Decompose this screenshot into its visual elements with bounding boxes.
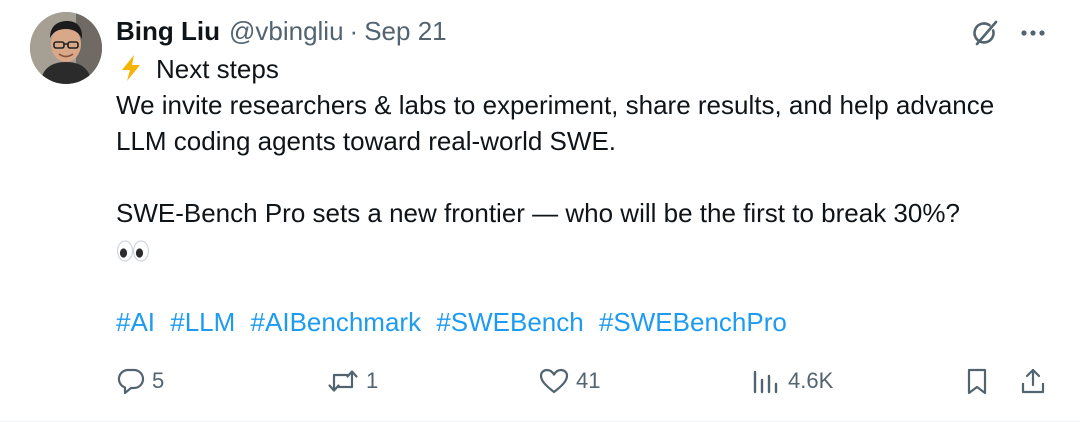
reply-icon	[117, 368, 145, 395]
tweet-text: Next steps We invite researchers & labs …	[116, 51, 1066, 267]
hashtag-link[interactable]: #SWEBench	[436, 307, 583, 337]
reply-count: 5	[152, 368, 165, 393]
hashtag-link[interactable]: #SWEBenchPro	[599, 307, 787, 337]
paragraph-line: SWE-Bench Pro sets a new frontier — who …	[116, 198, 960, 228]
repost-button[interactable]: 1	[326, 362, 378, 400]
share-icon	[1021, 368, 1045, 394]
grok-button[interactable]	[966, 14, 1004, 52]
emoji-line	[116, 231, 1066, 267]
repost-count: 1	[366, 368, 379, 393]
hashtag-link[interactable]: #AIBenchmark	[251, 307, 422, 337]
like-count: 41	[576, 368, 601, 393]
hashtag-link[interactable]: #AI	[116, 307, 155, 337]
share-button[interactable]	[1018, 362, 1048, 400]
tweet[interactable]: Bing Liu @vbingliu · Sep 21 Next steps W…	[0, 0, 1080, 422]
more-button[interactable]	[1014, 14, 1052, 52]
views-icon	[753, 370, 778, 394]
grok-icon	[973, 20, 998, 46]
views-button[interactable]: 4.6K	[750, 362, 833, 400]
header-separator: ·	[349, 16, 359, 46]
eyes-icon	[116, 240, 150, 262]
more-icon	[1021, 30, 1045, 36]
like-icon	[539, 368, 569, 394]
author-handle[interactable]: @vbingliu	[229, 14, 344, 48]
avatar-image	[30, 12, 102, 84]
lightning-bolt-icon	[122, 55, 140, 81]
reply-button[interactable]: 5	[116, 362, 164, 400]
tweet-header: Bing Liu @vbingliu · Sep 21	[116, 14, 447, 48]
heading-line: Next steps	[116, 51, 1066, 87]
avatar[interactable]	[30, 12, 102, 84]
paragraph-line: We invite researchers & labs to experime…	[116, 90, 995, 120]
like-button[interactable]: 41	[538, 362, 600, 400]
bookmark-icon	[967, 368, 987, 395]
post-date[interactable]: Sep 21	[364, 14, 446, 48]
bookmark-button[interactable]	[962, 362, 992, 400]
hashtags: #AI #LLM #AIBenchmark #SWEBench #SWEBenc…	[116, 304, 787, 340]
hashtag-link[interactable]: #LLM	[170, 307, 235, 337]
repost-icon	[328, 370, 358, 392]
views-count: 4.6K	[788, 368, 834, 393]
author-name[interactable]: Bing Liu	[116, 14, 220, 48]
paragraph-line: LLM coding agents toward real-world SWE.	[116, 126, 617, 156]
heading-text: Next steps	[156, 54, 279, 84]
